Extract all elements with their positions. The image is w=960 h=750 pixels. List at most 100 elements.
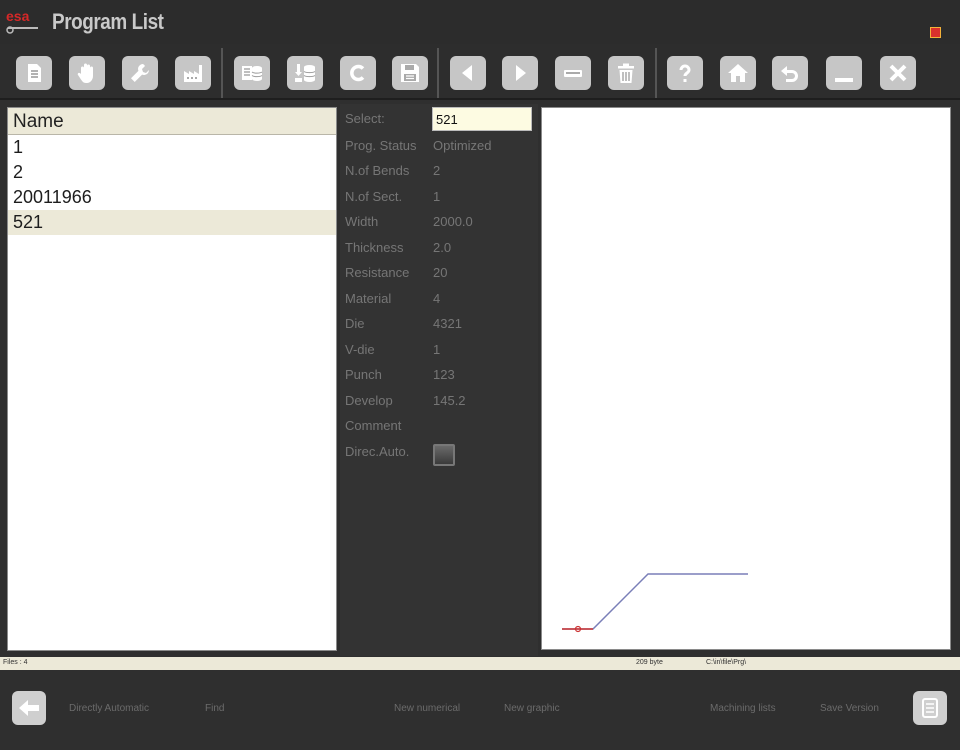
database-import-button[interactable] [287,56,323,90]
database-list-icon [242,66,263,81]
tooling-button[interactable] [122,56,158,90]
svg-text:esa: esa [6,8,30,24]
question-mark-icon [679,64,691,82]
factory-button[interactable] [175,56,211,90]
status-flag-icon[interactable] [930,27,941,38]
minimize-button[interactable] [826,56,862,90]
arrow-left-icon [462,65,472,81]
home-icon [728,64,748,82]
hand-icon [77,63,93,83]
bend-profile-preview [541,107,951,650]
punch-value: 123 [433,367,455,382]
delete-button[interactable] [608,56,644,90]
back-button[interactable] [12,691,46,725]
toolbar-separator [655,48,657,98]
direc-auto-label: Direc.Auto. [345,444,410,459]
property-row: Punch 123 [340,367,538,389]
material-label: Material [345,291,392,306]
find-button[interactable]: Find [205,703,224,714]
property-row: Resistance 20 [340,265,538,287]
title-bar: esa Program List [0,0,960,44]
minus-button[interactable] [555,56,591,90]
help-button[interactable] [667,56,703,90]
width-value: 2000.0 [433,214,473,229]
bend-profile-drawing [562,573,748,633]
sections-label: N.of Sect. [345,189,403,204]
arrow-left-icon [19,700,39,716]
file-count: Files : 4 [3,659,28,666]
document-button[interactable] [913,691,947,725]
copy-button[interactable] [340,56,376,90]
file-path: C:\in\file\Prg\ [706,659,747,666]
profile-line [562,573,748,630]
esa-logo: esa [6,8,38,34]
program-list[interactable]: Name 1 2 20011966 521 [7,107,337,651]
previous-button[interactable] [450,56,486,90]
select-input[interactable] [432,107,532,131]
list-item[interactable]: 2 [8,160,336,185]
machining-lists-button[interactable]: Machining lists [710,703,776,714]
undo-icon [781,66,798,82]
bottom-bar: Directly Automatic Find New numerical Ne… [0,670,960,750]
property-row: Comment [340,418,538,440]
v-die-value: 1 [433,342,441,357]
save-button[interactable] [392,56,428,90]
thickness-value: 2.0 [433,240,452,255]
program-list-window: esa Program List Name 1 2 20011966 521 S… [0,0,960,750]
new-program-button[interactable] [16,56,52,90]
next-button[interactable] [502,56,538,90]
directly-automatic-button[interactable]: Directly Automatic [69,703,149,714]
direc-auto-checkbox[interactable] [433,444,455,466]
close-icon [889,64,907,82]
property-row: Die 4321 [340,316,538,338]
property-row: Thickness 2.0 [340,240,538,262]
width-label: Width [345,214,379,229]
document-icon [28,64,41,82]
develop-value: 145.2 [433,393,466,408]
property-row: Prog. Status Optimized [340,138,538,160]
property-row: N.of Sect. 1 [340,189,538,211]
list-item[interactable]: 20011966 [8,185,336,210]
factory-icon [184,65,202,82]
comment-label: Comment [345,418,402,433]
close-button[interactable] [880,56,916,90]
toolbar-separator [221,48,223,98]
toolbar [0,44,960,100]
sections-value: 1 [433,189,441,204]
material-value: 4 [433,291,441,306]
prog-status-value: Optimized [433,138,492,153]
list-item[interactable]: 1 [8,135,336,160]
develop-label: Develop [345,393,393,408]
new-graphic-button[interactable]: New graphic [504,703,560,714]
database-import-icon [295,64,316,82]
v-die-label: V-die [345,342,375,357]
wrench-icon [131,64,149,82]
bends-value: 2 [433,163,441,178]
home-button[interactable] [720,56,756,90]
thickness-label: Thickness [345,240,404,255]
file-size: 209 byte [636,659,663,666]
undo-button[interactable] [772,56,808,90]
property-row: N.of Bends 2 [340,163,538,185]
die-label: Die [345,316,365,331]
new-numerical-button[interactable]: New numerical [394,703,460,714]
property-row: Width 2000.0 [340,214,538,236]
property-row: V-die 1 [340,342,538,364]
property-row: Develop 145.2 [340,393,538,415]
status-bar: Files : 4 209 byte C:\in\file\Prg\ [0,657,960,670]
minimize-icon [835,78,853,82]
list-item-selected[interactable]: 521 [8,210,336,235]
arrow-right-icon [516,65,526,81]
resistance-label: Resistance [345,265,410,280]
prog-status-label: Prog. Status [345,138,417,153]
trash-icon [618,63,634,83]
document-icon [922,698,938,718]
minus-icon [564,70,582,77]
program-properties: Select: Prog. Status Optimized N.of Bends… [340,104,538,656]
toolbar-separator [437,48,439,98]
manual-button[interactable] [69,56,105,90]
select-label: Select: [345,111,385,126]
save-version-button[interactable]: Save Version [820,703,879,714]
column-header-name[interactable]: Name [8,108,336,135]
database-list-button[interactable] [234,56,270,90]
